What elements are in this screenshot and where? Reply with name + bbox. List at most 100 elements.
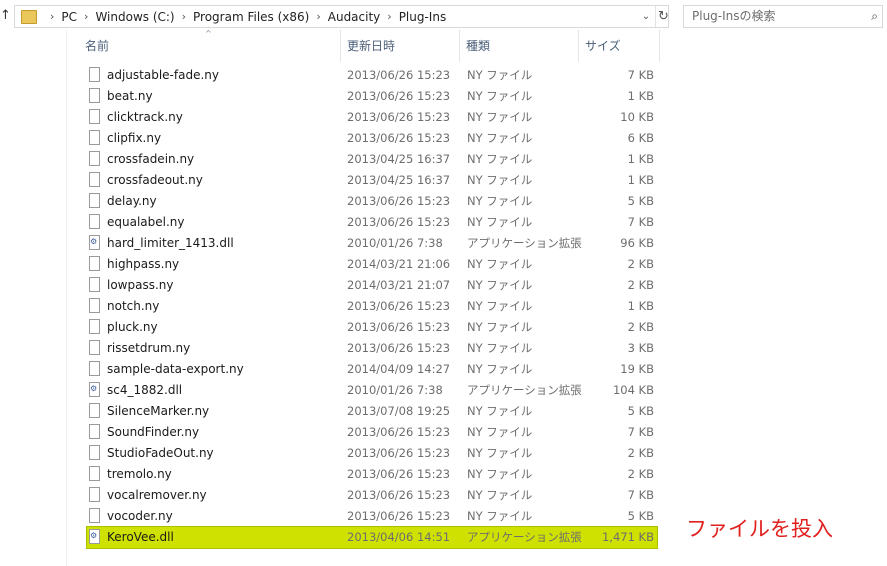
table-row[interactable]: vocalremover.ny 2013/06/26 15:23 NY ファイル 7 …	[87, 485, 657, 506]
file-size: 7 KB	[627, 68, 654, 82]
file-icon	[89, 298, 100, 313]
address-toolbar: ↑ › PC › Windows (C:) › Program Files (x86) › A…	[0, 2, 887, 30]
file-type: NY ファイル	[467, 467, 533, 481]
refresh-icon[interactable]: ↻	[655, 6, 671, 27]
table-row[interactable]: pluck.ny 2013/06/26 15:23 NY ファイル 2 KB	[87, 317, 657, 338]
table-row[interactable]: hard_limiter_1413.dll 2010/01/26 7:38 アプリケ…	[87, 233, 657, 254]
file-date: 2013/06/26 15:23	[347, 89, 451, 103]
file-size: 1 KB	[627, 152, 654, 166]
file-size: 2 KB	[627, 257, 654, 271]
up-arrow-button[interactable]: ↑	[0, 6, 12, 26]
column-header-row: 名前 ^ 更新日時 種類 サイズ	[67, 29, 665, 62]
file-date: 2013/06/26 15:23	[347, 215, 451, 229]
file-name: clipfix.ny	[107, 131, 162, 145]
column-header-size[interactable]: サイズ	[579, 30, 660, 62]
file-size: 5 KB	[627, 194, 654, 208]
file-date: 2013/06/26 15:23	[347, 68, 451, 82]
table-row[interactable]: vocoder.ny 2013/06/26 15:23 NY ファイル 5 KB	[87, 506, 657, 527]
table-row[interactable]: SoundFinder.ny 2013/06/26 15:23 NY ファイル 7 K…	[87, 422, 657, 443]
file-date: 2014/04/09 14:27	[347, 362, 451, 376]
file-icon	[89, 340, 100, 355]
table-row[interactable]: equalabel.ny 2013/06/26 15:23 NY ファイル 7 KB	[87, 212, 657, 233]
breadcrumb-separator-icon[interactable]: ›	[387, 10, 391, 23]
file-size: 2 KB	[627, 446, 654, 460]
file-icon	[89, 88, 100, 103]
search-input[interactable]: Plug-Insの検索 ⌕	[683, 5, 883, 28]
file-icon	[89, 193, 100, 208]
file-type: NY ファイル	[467, 341, 533, 355]
file-icon	[89, 508, 100, 523]
file-size: 2 KB	[627, 320, 654, 334]
annotation-text: ファイルを投入	[686, 517, 833, 541]
file-type: NY ファイル	[467, 131, 533, 145]
file-size: 1,471 KB	[601, 530, 654, 544]
file-name: vocalremover.ny	[107, 488, 207, 502]
dll-icon	[89, 382, 100, 397]
column-type-label: 種類	[466, 39, 491, 53]
file-type: NY ファイル	[467, 110, 533, 124]
table-row[interactable]: sc4_1882.dll 2010/01/26 7:38 アプリケーション拡張 104…	[87, 380, 657, 401]
file-name: highpass.ny	[107, 257, 180, 271]
file-size: 7 KB	[627, 425, 654, 439]
table-row[interactable]: sample-data-export.ny 2014/04/09 14:27 NY …	[87, 359, 657, 380]
breadcrumb-separator-icon[interactable]: ›	[50, 10, 54, 23]
column-header-type[interactable]: 種類	[460, 30, 579, 62]
file-icon	[89, 403, 100, 418]
file-icon	[89, 361, 100, 376]
table-row[interactable]: delay.ny 2013/06/26 15:23 NY ファイル 5 KB	[87, 191, 657, 212]
file-name: delay.ny	[107, 194, 157, 208]
file-list: 名前 ^ 更新日時 種類 サイズ adjustable-fade.ny 2013/…	[66, 29, 665, 566]
table-row[interactable]: notch.ny 2013/06/26 15:23 NY ファイル 1 KB	[87, 296, 657, 317]
file-type: NY ファイル	[467, 257, 533, 271]
file-type: NY ファイル	[467, 362, 533, 376]
breadcrumb-separator-icon[interactable]: ›	[84, 10, 88, 23]
table-row[interactable]: crossfadeout.ny 2013/04/25 16:37 NY ファイル 1 …	[87, 170, 657, 191]
breadcrumb-separator-icon[interactable]: ›	[182, 10, 186, 23]
file-icon	[89, 109, 100, 124]
table-row[interactable]: StudioFadeOut.ny 2013/06/26 15:23 NY ファイル 2…	[87, 443, 657, 464]
breadcrumb-item[interactable]: Plug-Ins	[399, 10, 447, 24]
table-row[interactable]: highpass.ny 2014/03/21 21:06 NY ファイル 2 KB	[87, 254, 657, 275]
file-icon	[89, 214, 100, 229]
breadcrumb-item[interactable]: Windows (C:)	[95, 10, 174, 24]
breadcrumb-item[interactable]: Program Files (x86)	[193, 10, 309, 24]
file-name: vocoder.ny	[107, 509, 173, 523]
search-icon[interactable]: ⌕	[871, 6, 878, 27]
file-icon	[89, 466, 100, 481]
column-header-name[interactable]: 名前 ^	[67, 29, 341, 62]
table-row[interactable]: clicktrack.ny 2013/06/26 15:23 NY ファイル 10 K…	[87, 107, 657, 128]
file-size: 104 KB	[612, 383, 654, 397]
file-type: NY ファイル	[467, 488, 533, 502]
breadcrumb-separator-icon[interactable]: ›	[316, 10, 320, 23]
file-date: 2013/06/26 15:23	[347, 341, 451, 355]
breadcrumb-item[interactable]: PC	[61, 10, 77, 24]
table-row[interactable]: adjustable-fade.ny 2013/06/26 15:23 NY ファイ…	[87, 65, 657, 86]
file-type: NY ファイル	[467, 152, 533, 166]
file-type: NY ファイル	[467, 299, 533, 313]
file-icon	[89, 277, 100, 292]
address-history-dropdown-icon[interactable]: ⌄	[637, 6, 655, 27]
table-row[interactable]: beat.ny 2013/06/26 15:23 NY ファイル 1 KB	[87, 86, 657, 107]
file-date: 2013/04/25 16:37	[347, 173, 451, 187]
address-bar[interactable]: › PC › Windows (C:) › Program Files (x86) › Aud…	[14, 5, 669, 28]
column-size-label: サイズ	[585, 39, 621, 53]
table-row-selected[interactable]: KeroVee.dll 2013/04/06 14:51 アプリケーション拡張 1,4…	[86, 526, 658, 549]
file-name: rissetdrum.ny	[107, 341, 191, 355]
table-row[interactable]: crossfadein.ny 2013/04/25 16:37 NY ファイル 1 K…	[87, 149, 657, 170]
column-date-label: 更新日時	[347, 39, 396, 53]
file-date: 2010/01/26 7:38	[347, 383, 443, 397]
table-row[interactable]: tremolo.ny 2013/06/26 15:23 NY ファイル 2 KB	[87, 464, 657, 485]
table-row[interactable]: SilenceMarker.ny 2013/07/08 19:25 NY ファイル 5…	[87, 401, 657, 422]
file-type: NY ファイル	[467, 89, 533, 103]
table-row[interactable]: lowpass.ny 2014/03/21 21:07 NY ファイル 2 KB	[87, 275, 657, 296]
table-row[interactable]: rissetdrum.ny 2013/06/26 15:23 NY ファイル 3 KB	[87, 338, 657, 359]
file-icon	[89, 151, 100, 166]
file-size: 1 KB	[627, 299, 654, 313]
file-type: NY ファイル	[467, 68, 533, 82]
column-header-date[interactable]: 更新日時	[341, 30, 460, 62]
breadcrumb-item[interactable]: Audacity	[328, 10, 381, 24]
table-row[interactable]: clipfix.ny 2013/06/26 15:23 NY ファイル 6 KB	[87, 128, 657, 149]
file-size: 1 KB	[627, 89, 654, 103]
file-icon	[89, 445, 100, 460]
file-size: 3 KB	[627, 341, 654, 355]
